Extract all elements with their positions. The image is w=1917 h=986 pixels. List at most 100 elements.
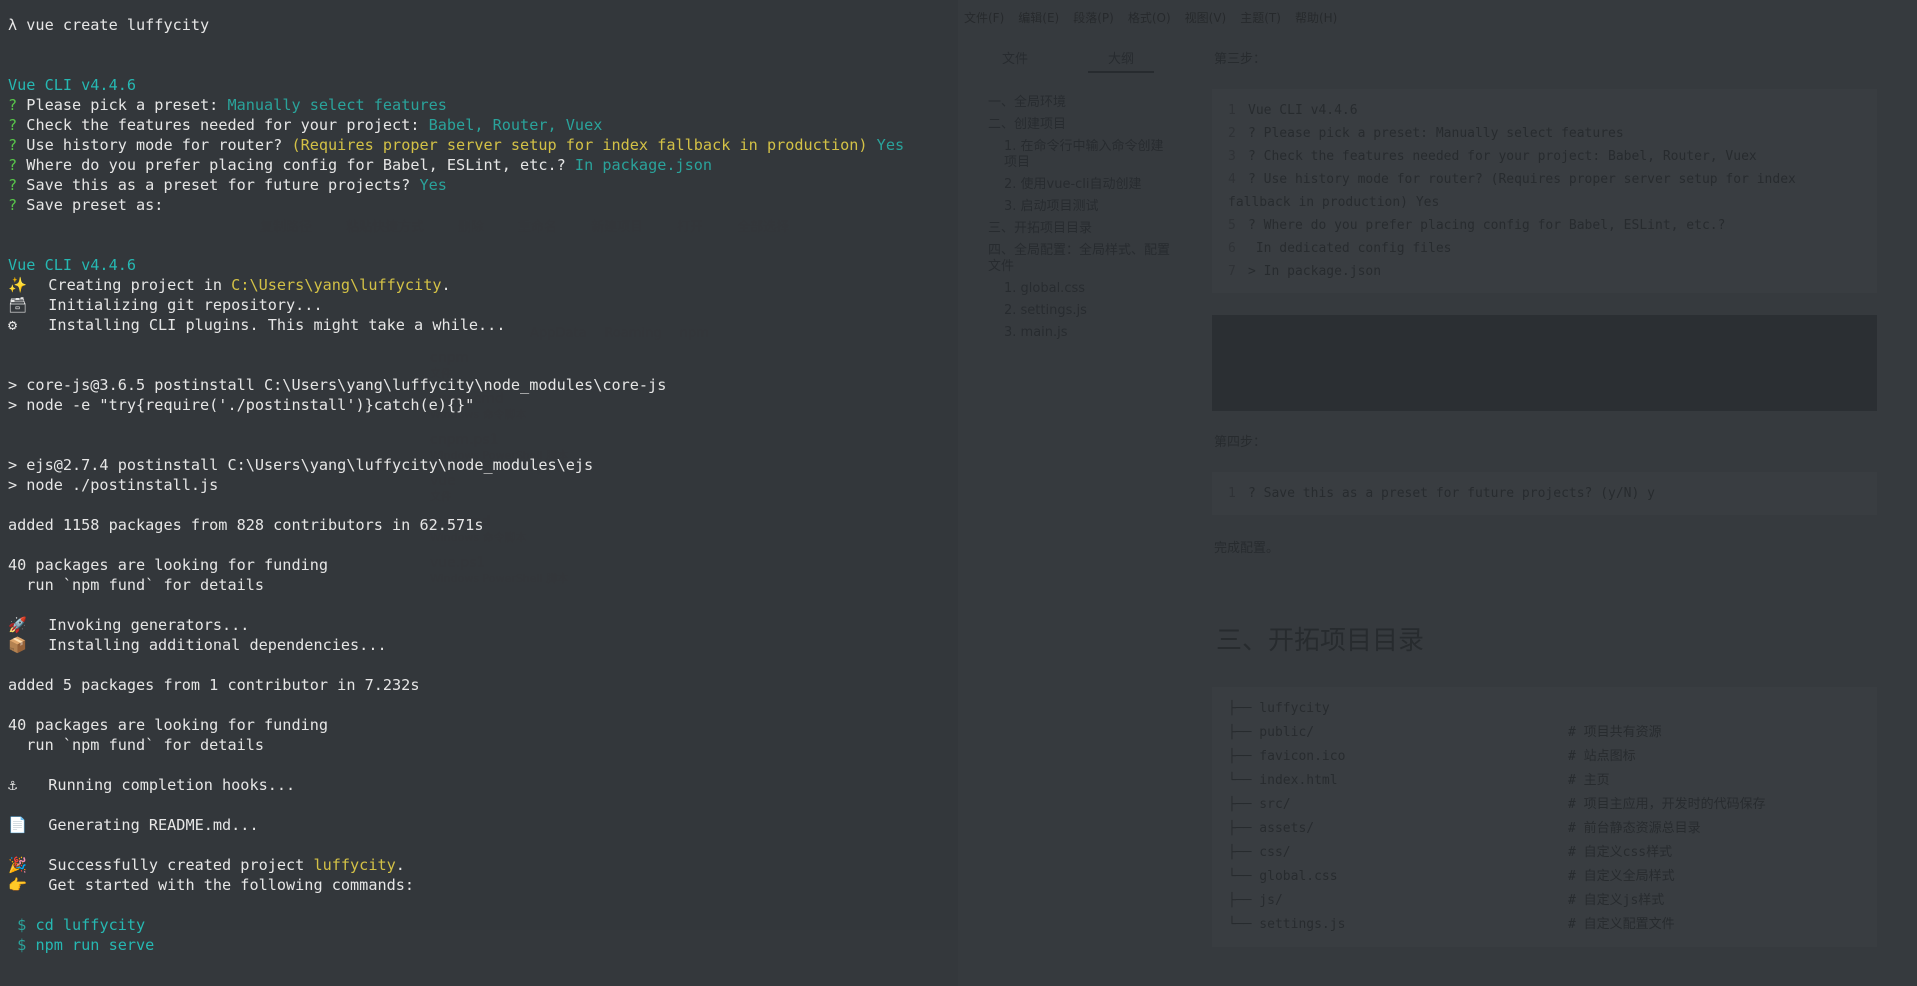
- tree-path: ├── js/: [1228, 893, 1283, 908]
- terminal-text: ?: [8, 136, 27, 154]
- terminal-line: ? Where do you prefer placing config for…: [8, 155, 953, 175]
- tab-outline[interactable]: 大纲: [1088, 48, 1155, 73]
- terminal-line: 👉 Get started with the following command…: [8, 875, 953, 895]
- tree-comment: # 自定义全局样式: [1568, 869, 1675, 884]
- outline-item[interactable]: 2. 使用vue-cli自动创建: [1004, 177, 1170, 193]
- terminal-text: > node -e "try{require('./postinstall')}…: [8, 396, 475, 414]
- code-line: 7 > In package.json: [1228, 260, 1861, 283]
- terminal-text: run `npm fund` for details: [8, 736, 265, 754]
- tree-comment: # 主页: [1568, 773, 1610, 788]
- terminal-line: Vue CLI v4.4.6: [8, 75, 953, 95]
- terminal-text: luffycity: [313, 856, 396, 874]
- terminal-text: Successfully created project: [30, 856, 314, 874]
- code-text: ? Use history mode for router? (Requires…: [1228, 172, 1796, 210]
- terminal-line: 🎉 Successfully created project luffycity…: [8, 855, 953, 875]
- outline-item[interactable]: 3. 启动项目测试: [1004, 199, 1170, 215]
- line-number: 1: [1228, 103, 1236, 118]
- menu-help[interactable]: 帮助(H): [1295, 9, 1337, 26]
- terminal-line: ? Save this as a preset for future proje…: [8, 175, 953, 195]
- code-text: ? Where do you prefer placing config for…: [1248, 218, 1726, 233]
- terminal-text: npm run serve: [35, 936, 155, 954]
- status-glyph-icon: 📄: [8, 816, 27, 834]
- terminal-text: Vue CLI v4.4.6: [8, 76, 137, 94]
- terminal-text: Yes: [419, 176, 447, 194]
- terminal-line: added 1158 packages from 828 contributor…: [8, 515, 953, 535]
- terminal-text: $: [8, 916, 36, 934]
- tree-path: └── settings.js: [1228, 917, 1346, 932]
- menu-paragraph[interactable]: 段落(P): [1073, 9, 1114, 26]
- terminal-text: .: [395, 856, 405, 874]
- tree-line: └── settings.js # 自定义配置文件: [1228, 913, 1861, 937]
- line-number: 4: [1228, 172, 1236, 187]
- menu-edit[interactable]: 编辑(E): [1018, 9, 1059, 26]
- menu-format[interactable]: 格式(O): [1128, 9, 1171, 26]
- outline-panel: 文件 大纲 一、全局环境 二、创建项目 1. 在命令行中输入命令创建项目 2. 使用v…: [980, 40, 1170, 600]
- terminal-line: run `npm fund` for details: [8, 575, 953, 595]
- terminal-text: Generating README.md...: [30, 816, 259, 834]
- outline-item[interactable]: 三、开拓项目目录: [988, 221, 1170, 237]
- outline-item[interactable]: 1. 在命令行中输入命令创建项目: [1004, 139, 1170, 171]
- terminal-line: 📦 Installing additional dependencies...: [8, 635, 953, 655]
- status-glyph-icon: ✨: [8, 276, 27, 294]
- outline-item[interactable]: 四、全局配置：全局样式、配置文件: [988, 243, 1170, 275]
- tree-line: ├── assets/ # 前台静态资源总目录: [1228, 817, 1861, 841]
- tree-comment: # 站点图标: [1568, 749, 1636, 764]
- outline-item[interactable]: 一、全局环境: [988, 95, 1170, 111]
- tree-line: └── index.html # 主页: [1228, 769, 1861, 793]
- terminal-text: > ejs@2.7.4 postinstall C:\Users\yang\lu…: [8, 456, 594, 474]
- code-line: 6 In dedicated config files: [1228, 237, 1861, 260]
- menu-theme[interactable]: 主题(T): [1240, 9, 1281, 26]
- status-glyph-icon: 🚀: [8, 616, 27, 634]
- terminal-line: 🚀 Invoking generators...: [8, 615, 953, 635]
- terminal-text: .: [441, 276, 451, 294]
- terminal-text: Initializing git repository...: [30, 296, 323, 314]
- terminal-text: Use history mode for router?: [26, 136, 292, 154]
- code-text: Vue CLI v4.4.6: [1248, 103, 1358, 118]
- line-number: 5: [1228, 218, 1236, 233]
- terminal-text: In package.json: [574, 156, 713, 174]
- code-block: 1? Save this as a preset for future proj…: [1212, 472, 1877, 515]
- terminal-line: 📄 Generating README.md...: [8, 815, 953, 835]
- status-glyph-icon: 🎉: [8, 856, 27, 874]
- tree-path: ├── public/: [1228, 725, 1315, 740]
- terminal-text: Babel, Router, Vuex: [428, 116, 603, 134]
- terminal-text: added 1158 packages from 828 contributor…: [8, 516, 484, 534]
- tree-path: ├── luffycity: [1228, 701, 1330, 716]
- outline-item[interactable]: 二、创建项目: [988, 117, 1170, 133]
- terminal-window[interactable]: λ vue create luffycity Vue CLI v4.4.6? P…: [0, 0, 958, 986]
- outline-item[interactable]: 2. settings.js: [1004, 303, 1170, 319]
- terminal-line: 40 packages are looking for funding: [8, 555, 953, 575]
- terminal-text: Creating project in: [30, 276, 232, 294]
- terminal-line: ? Check the features needed for your pro…: [8, 115, 953, 135]
- terminal-line: ✨ Creating project in C:\Users\yang\luff…: [8, 275, 953, 295]
- line-number: 7: [1228, 264, 1236, 279]
- terminal-text: C:\Users\yang\luffycity: [231, 276, 442, 294]
- outline-item[interactable]: 1. global.css: [1004, 281, 1170, 297]
- menu-view[interactable]: 视图(V): [1185, 9, 1227, 26]
- code-line: 5 ? Where do you prefer placing config fo…: [1228, 214, 1861, 237]
- outline-item[interactable]: 3. main.js: [1004, 325, 1170, 341]
- line-number: 6: [1228, 241, 1236, 256]
- code-text: In dedicated config files: [1248, 241, 1452, 256]
- terminal-text: Please pick a preset:: [26, 96, 228, 114]
- tree-path: ├── assets/: [1228, 821, 1315, 836]
- code-text: ? Please pick a preset: Manually select …: [1248, 126, 1624, 141]
- terminal-text: Yes: [876, 136, 905, 154]
- terminal-screenshot-image: [1212, 315, 1877, 411]
- terminal-output: λ vue create luffycity Vue CLI v4.4.6? P…: [8, 15, 953, 955]
- tree-path: ├── src/: [1228, 797, 1291, 812]
- tab-files[interactable]: 文件: [1002, 48, 1028, 73]
- tree-line: ├── luffycity: [1228, 697, 1861, 721]
- tree-path: └── index.html: [1228, 773, 1338, 788]
- menu-file[interactable]: 文件(F): [964, 9, 1004, 26]
- terminal-line: > ejs@2.7.4 postinstall C:\Users\yang\lu…: [8, 455, 953, 475]
- status-glyph-icon: 👉: [8, 876, 27, 894]
